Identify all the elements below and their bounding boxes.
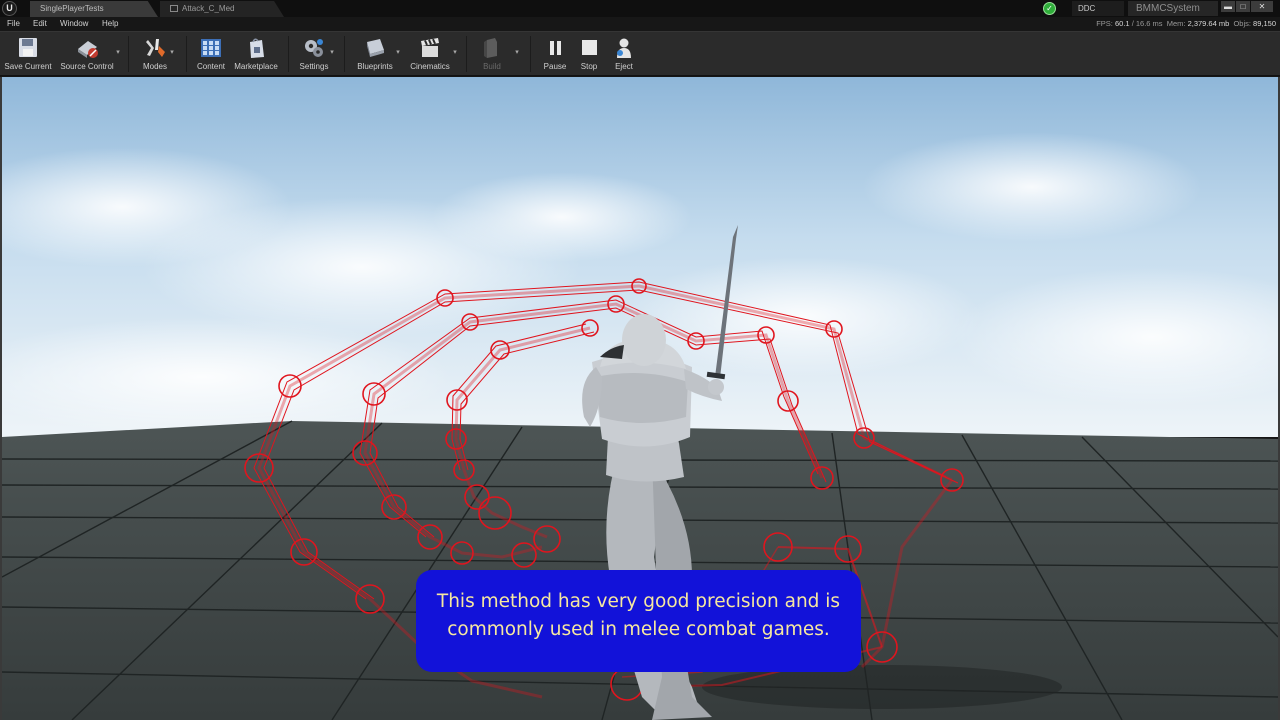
toolbar-separator bbox=[344, 36, 345, 72]
menu-file[interactable]: File bbox=[7, 17, 20, 31]
build-icon bbox=[484, 38, 497, 58]
tab-single-player-tests[interactable]: SinglePlayerTests bbox=[30, 1, 158, 17]
asset-tab-label: Attack_C_Med bbox=[182, 4, 235, 13]
cinematics-label: Cinematics bbox=[410, 62, 450, 71]
eject-icon bbox=[617, 38, 631, 58]
unreal-logo-icon[interactable]: U bbox=[2, 1, 17, 16]
objs-value: 89,150 bbox=[1253, 19, 1276, 28]
clapperboard-icon bbox=[421, 38, 439, 57]
level-viewport[interactable]: This method has very good precision and … bbox=[0, 77, 1280, 720]
level-tab-label: SinglePlayerTests bbox=[40, 4, 104, 13]
source-control-icon bbox=[78, 41, 98, 58]
frame-time: / 16.6 ms bbox=[1131, 19, 1163, 28]
level-editor-toolbar: Save Current Source Control ▾ Modes ▾ Co… bbox=[0, 31, 1280, 76]
modes-dropdown-icon[interactable]: ▾ bbox=[168, 49, 176, 57]
menu-bar: File Edit Window Help FPS: 60.1 / 16.6 m… bbox=[0, 17, 1280, 31]
menu-window[interactable]: Window bbox=[60, 17, 88, 31]
maximize-button[interactable]: □ bbox=[1236, 1, 1250, 12]
blueprints-label: Blueprints bbox=[357, 62, 393, 71]
content-grid-icon bbox=[201, 39, 221, 57]
project-name: BMMCSystem bbox=[1128, 1, 1218, 16]
build-button[interactable]: Build bbox=[474, 34, 510, 74]
save-current-button[interactable]: Save Current bbox=[3, 34, 53, 74]
toolbar-separator bbox=[288, 36, 289, 72]
objs-label: Objs: bbox=[1233, 19, 1251, 28]
marketplace-bag-icon bbox=[250, 38, 264, 58]
save-current-label: Save Current bbox=[4, 62, 52, 71]
blueprints-button[interactable]: Blueprints bbox=[355, 34, 395, 74]
fps-label: FPS: bbox=[1096, 19, 1113, 28]
cinematics-dropdown-icon[interactable]: ▾ bbox=[451, 49, 459, 57]
mem-value: 2,379.64 mb bbox=[1187, 19, 1230, 28]
source-control-dropdown-icon[interactable]: ▾ bbox=[114, 49, 122, 57]
cinematics-button[interactable]: Cinematics bbox=[408, 34, 452, 74]
settings-button[interactable]: Settings bbox=[296, 34, 332, 74]
build-dropdown-icon[interactable]: ▾ bbox=[513, 49, 521, 57]
fps-value: 60.1 bbox=[1114, 19, 1130, 28]
tab-attack-c-med[interactable]: Attack_C_Med bbox=[160, 1, 284, 17]
toolbar-separator bbox=[466, 36, 467, 72]
settings-label: Settings bbox=[299, 62, 329, 71]
eject-button[interactable]: Eject bbox=[609, 34, 639, 74]
animation-asset-icon bbox=[170, 5, 178, 12]
marketplace-button[interactable]: Marketplace bbox=[232, 34, 280, 74]
marketplace-label: Marketplace bbox=[234, 62, 278, 71]
subtitle-line-2: commonly used in melee combat games. bbox=[447, 619, 830, 640]
toolbar-separator bbox=[530, 36, 531, 72]
eject-label: Eject bbox=[615, 62, 633, 71]
build-label: Build bbox=[483, 62, 501, 71]
subtitle-line-1: This method has very good precision and … bbox=[436, 591, 841, 612]
pause-icon bbox=[550, 41, 561, 55]
menu-help[interactable]: Help bbox=[102, 17, 118, 31]
content-label: Content bbox=[196, 62, 226, 71]
title-bar: U SinglePlayerTests Attack_C_Med ✓ DDC B… bbox=[0, 0, 1280, 17]
menu-edit[interactable]: Edit bbox=[33, 17, 47, 31]
content-button[interactable]: Content bbox=[193, 34, 229, 74]
pause-button[interactable]: Pause bbox=[539, 34, 571, 74]
performance-stats: FPS: 60.1 / 16.6 ms Mem: 2,379.64 mb Obj… bbox=[1096, 17, 1276, 31]
source-control-button[interactable]: Source Control bbox=[58, 34, 116, 74]
ddc-status-icon[interactable]: ✓ bbox=[1043, 2, 1056, 15]
stop-icon bbox=[582, 40, 597, 55]
close-button[interactable]: ✕ bbox=[1251, 1, 1273, 12]
toolbar-separator bbox=[186, 36, 187, 72]
modes-label: Modes bbox=[142, 62, 167, 71]
subtitle-caption: This method has very good precision and … bbox=[416, 570, 861, 672]
mem-label: Mem: bbox=[1166, 19, 1186, 28]
settings-dropdown-icon[interactable]: ▾ bbox=[328, 49, 336, 57]
ddc-label[interactable]: DDC bbox=[1072, 1, 1124, 16]
blueprints-dropdown-icon[interactable]: ▾ bbox=[394, 49, 402, 57]
pause-label: Pause bbox=[543, 62, 567, 71]
stop-label: Stop bbox=[580, 62, 598, 71]
toolbar-separator bbox=[128, 36, 129, 72]
stop-button[interactable]: Stop bbox=[574, 34, 604, 74]
source-control-label: Source Control bbox=[60, 62, 114, 71]
blueprint-icon bbox=[367, 39, 384, 57]
settings-gears-icon bbox=[305, 39, 323, 57]
modes-wrench-icon bbox=[146, 39, 165, 57]
floppy-disk-icon bbox=[19, 38, 37, 57]
minimize-button[interactable]: ▬ bbox=[1221, 1, 1235, 12]
